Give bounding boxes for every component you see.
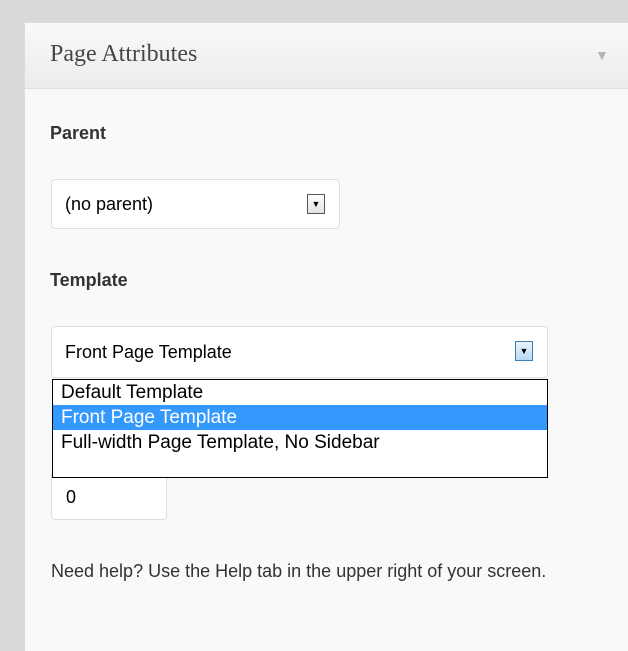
- dropdown-option-full-width[interactable]: Full-width Page Template, No Sidebar: [53, 430, 547, 455]
- parent-select[interactable]: (no parent) ▼: [51, 179, 340, 229]
- chevron-down-icon[interactable]: ▼: [515, 341, 533, 361]
- template-select[interactable]: Front Page Template ▼: [51, 326, 548, 378]
- template-dropdown-list: Default Template Front Page Template Ful…: [52, 379, 548, 478]
- template-select-value: Front Page Template: [65, 342, 232, 362]
- chevron-down-icon[interactable]: ▼: [307, 194, 325, 214]
- page-attributes-panel: Page Attributes ▼ Parent (no parent) ▼ T…: [24, 22, 628, 651]
- template-label: Template: [50, 270, 128, 290]
- order-value: 0: [66, 487, 77, 507]
- order-input[interactable]: 0: [51, 472, 167, 520]
- triangle-down-icon[interactable]: ▼: [595, 47, 609, 63]
- panel-header[interactable]: Page Attributes ▼: [25, 23, 628, 89]
- dropdown-option-default[interactable]: Default Template: [53, 380, 547, 405]
- panel-title: Page Attributes: [50, 41, 198, 67]
- parent-select-value: (no parent): [65, 194, 154, 214]
- dropdown-option-front-page[interactable]: Front Page Template: [53, 405, 547, 430]
- help-text: Need help? Use the Help tab in the upper…: [51, 561, 547, 581]
- parent-label: Parent: [50, 123, 107, 143]
